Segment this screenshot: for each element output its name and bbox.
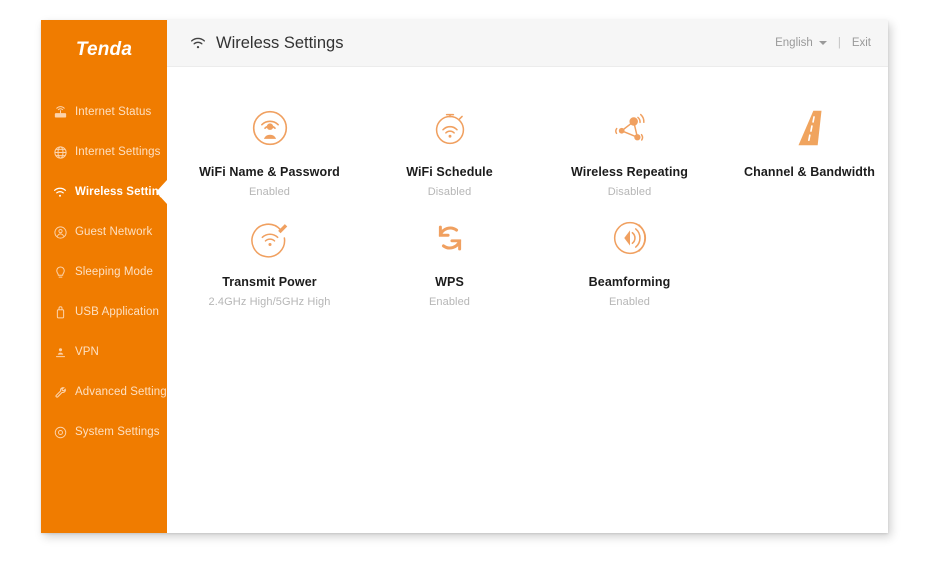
wrench-icon — [52, 384, 68, 400]
sidebar-item-label: Advanced Settings — [75, 386, 173, 398]
wifi-power-icon — [192, 210, 347, 266]
tile-placeholder — [732, 199, 887, 309]
sidebar-item-guest-network[interactable]: Guest Network — [41, 212, 167, 252]
language-selector[interactable]: English — [775, 37, 827, 49]
tile-label: Beamforming — [588, 275, 671, 289]
header-actions: English | Exit — [775, 37, 871, 49]
tile-wps[interactable]: WPS Enabled — [372, 199, 527, 309]
wifi-icon — [52, 184, 68, 200]
feature-row: WiFi Name & Password Enabled WiFi Schedu… — [167, 89, 888, 199]
sidebar-item-label: System Settings — [75, 426, 160, 438]
road-icon — [732, 100, 887, 156]
sidebar-item-label: Internet Status — [75, 106, 152, 118]
wifi-user-icon — [192, 100, 347, 156]
tile-label: Channel & Bandwidth — [743, 165, 876, 179]
sidebar-item-system-settings[interactable]: System Settings — [41, 412, 167, 452]
guest-user-icon — [52, 224, 68, 240]
tile-status: Enabled — [428, 296, 471, 308]
sidebar-item-label: USB Application — [75, 306, 159, 318]
tile-label: WiFi Schedule — [406, 165, 493, 179]
sidebar-item-internet-status[interactable]: Internet Status — [41, 92, 167, 132]
vpn-shield-icon — [52, 344, 68, 360]
tile-status: 2.4GHz High/5GHz High — [208, 296, 331, 308]
repeater-nodes-icon — [552, 100, 707, 156]
page-title-wrap: Wireless Settings — [189, 34, 775, 53]
tile-status: Enabled — [608, 296, 651, 308]
tile-wireless-repeating[interactable]: Wireless Repeating Disabled — [552, 89, 707, 199]
gear-icon — [52, 424, 68, 440]
sidebar-item-sleeping-mode[interactable]: Sleeping Mode — [41, 252, 167, 292]
brand-logo-text: Tenda — [75, 39, 133, 60]
tile-label: WPS — [435, 275, 464, 289]
tile-status: Disabled — [427, 186, 472, 198]
tile-wifi-schedule[interactable]: WiFi Schedule Disabled — [372, 89, 527, 199]
tile-beamforming[interactable]: Beamforming Enabled — [552, 199, 707, 309]
globe-icon — [52, 144, 68, 160]
sync-arrows-icon — [372, 210, 527, 266]
tile-status: Disabled — [607, 186, 652, 198]
sidebar-item-wireless-settings[interactable]: Wireless Settings — [41, 172, 172, 212]
feature-grid: WiFi Name & Password Enabled WiFi Schedu… — [167, 67, 888, 533]
tile-wifi-name-password[interactable]: WiFi Name & Password Enabled — [192, 89, 347, 199]
router-icon — [52, 104, 68, 120]
tile-label: Transmit Power — [222, 275, 317, 289]
stopwatch-wifi-icon — [372, 100, 527, 156]
sidebar-nav: Internet Status Internet Settings Wirele… — [41, 92, 173, 452]
main-panel: Wireless Settings English | Exit WiFi Na… — [167, 20, 888, 533]
feature-row: Transmit Power 2.4GHz High/5GHz High WPS… — [167, 199, 888, 309]
sidebar-item-label: Internet Settings — [75, 146, 161, 158]
sidebar-item-usb-application[interactable]: USB Application — [41, 292, 167, 332]
sidebar-item-advanced-settings[interactable]: Advanced Settings — [41, 372, 173, 412]
sidebar: Tenda Internet Status Internet Settings … — [41, 20, 173, 533]
sidebar-item-label: Guest Network — [75, 226, 153, 238]
beamforming-icon — [552, 210, 707, 266]
tile-channel-bandwidth[interactable]: Channel & Bandwidth — [732, 89, 887, 199]
sidebar-item-label: VPN — [75, 346, 99, 358]
moon-bulb-icon — [52, 264, 68, 280]
page-title: Wireless Settings — [216, 33, 344, 52]
chevron-down-icon — [818, 41, 827, 45]
usb-drive-icon — [52, 304, 68, 320]
sidebar-item-vpn[interactable]: VPN — [41, 332, 167, 372]
sidebar-item-internet-settings[interactable]: Internet Settings — [41, 132, 167, 172]
page-header: Wireless Settings English | Exit — [167, 20, 888, 67]
exit-button[interactable]: Exit — [852, 37, 871, 49]
sidebar-item-label: Sleeping Mode — [75, 266, 154, 278]
brand-logo: Tenda — [41, 20, 167, 74]
active-indicator-notch — [156, 180, 167, 204]
tile-status — [732, 186, 887, 199]
tile-label: WiFi Name & Password — [199, 165, 340, 179]
tile-transmit-power[interactable]: Transmit Power 2.4GHz High/5GHz High — [192, 199, 347, 309]
header-separator: | — [837, 37, 841, 49]
language-label: English — [775, 37, 813, 49]
wifi-icon — [189, 34, 207, 52]
router-admin-window: Tenda Internet Status Internet Settings … — [41, 20, 888, 533]
tile-label: Wireless Repeating — [570, 165, 688, 179]
tile-status: Enabled — [248, 186, 291, 198]
